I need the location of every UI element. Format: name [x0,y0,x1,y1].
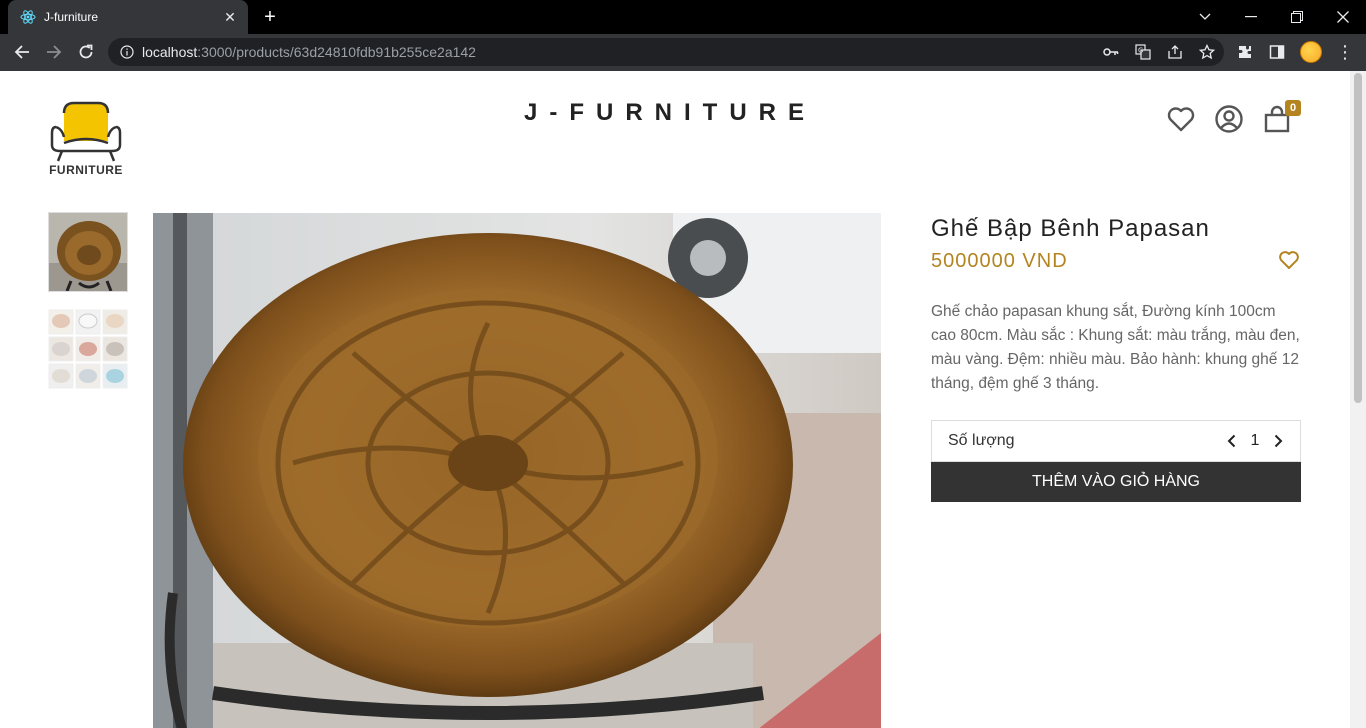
add-to-wishlist-icon[interactable] [1278,249,1300,271]
logo-text: FURNITURE [49,163,123,177]
site-info-icon[interactable] [120,45,134,59]
url-host: localhost [142,44,198,60]
scrollbar-thumb[interactable] [1354,73,1362,403]
translate-icon[interactable]: G [1134,43,1152,61]
product-name: Ghế Bập Bênh Papasan [931,215,1210,242]
product-description: Ghế chảo papasan khung sắt, Đường kính 1… [931,303,1300,392]
key-icon[interactable] [1102,43,1120,61]
minimize-icon[interactable] [1228,0,1274,34]
menu-icon[interactable]: ⋮ [1336,43,1354,61]
page-content: FURNITURE J-FURNITURE 0 Ghế Bập Bênh Pap… [0,71,1350,728]
address-bar[interactable]: localhost:3000/products/63d24810fdb91b25… [108,38,1224,66]
window-controls [1182,0,1366,34]
quantity-value: 1 [1250,432,1260,449]
restore-icon[interactable] [1274,0,1320,34]
brand-title[interactable]: J-FURNITURE [0,99,1340,127]
side-panel-icon[interactable] [1268,43,1286,61]
url-text: localhost:3000/products/63d24810fdb91b25… [142,44,476,60]
browser-tab[interactable]: J-furniture ✕ [8,0,248,34]
back-icon[interactable] [8,38,36,66]
chevron-left-icon[interactable] [1226,433,1238,449]
svg-text:G: G [1138,47,1143,55]
add-to-cart-button[interactable]: THÊM VÀO GIỎ HÀNG [931,462,1301,502]
product-main-image[interactable] [153,213,881,728]
page-scrollbar[interactable] [1350,71,1366,728]
tab-search-icon[interactable] [1182,0,1228,34]
wishlist-icon[interactable] [1166,104,1196,134]
product-thumbnail[interactable] [48,212,128,292]
new-tab-button[interactable]: + [258,6,282,28]
react-icon [20,9,36,25]
url-path: :3000/products/63d24810fdb91b255ce2a142 [197,44,476,60]
product-thumbnail-collage[interactable] [48,309,128,389]
close-window-icon[interactable] [1320,0,1366,34]
forward-icon[interactable] [40,38,68,66]
reload-icon[interactable] [72,38,100,66]
chevron-right-icon[interactable] [1272,433,1284,449]
quantity-selector: Số lượng 1 [931,420,1301,462]
account-icon[interactable] [1214,104,1244,134]
profile-avatar[interactable] [1300,41,1322,63]
extensions-icon[interactable] [1236,43,1254,61]
tab-title: J-furniture [44,10,99,24]
tab-close-icon[interactable]: ✕ [222,9,238,26]
cart-count-badge: 0 [1285,100,1301,116]
product-price: 5000000 VND [931,250,1068,272]
bookmark-star-icon[interactable] [1198,43,1216,61]
browser-toolbar: localhost:3000/products/63d24810fdb91b25… [0,34,1366,71]
browser-tabstrip: J-furniture ✕ + [0,0,1366,34]
share-icon[interactable] [1166,43,1184,61]
quantity-label: Số lượng [948,432,1015,449]
